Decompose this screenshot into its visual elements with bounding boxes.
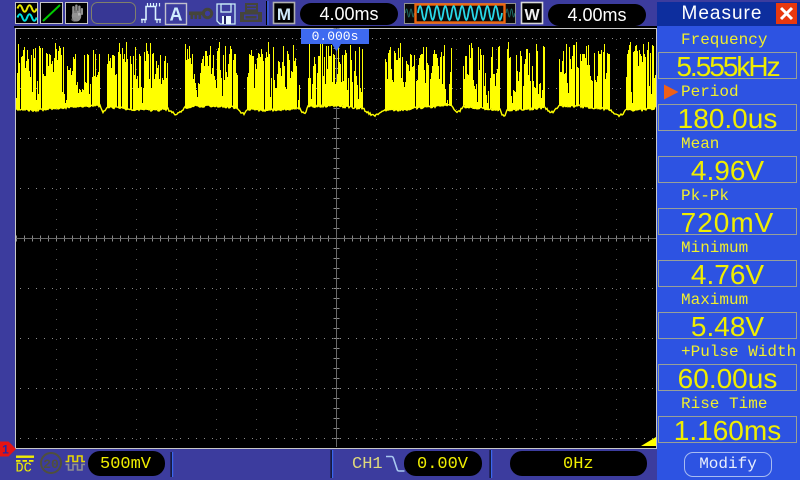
svg-text:M: M	[277, 5, 291, 24]
svg-text:1: 1	[2, 443, 9, 457]
svg-text:A: A	[170, 5, 183, 25]
svg-text:DC: DC	[16, 462, 32, 477]
svg-text:W: W	[524, 7, 540, 24]
svg-text:20: 20	[43, 457, 59, 472]
